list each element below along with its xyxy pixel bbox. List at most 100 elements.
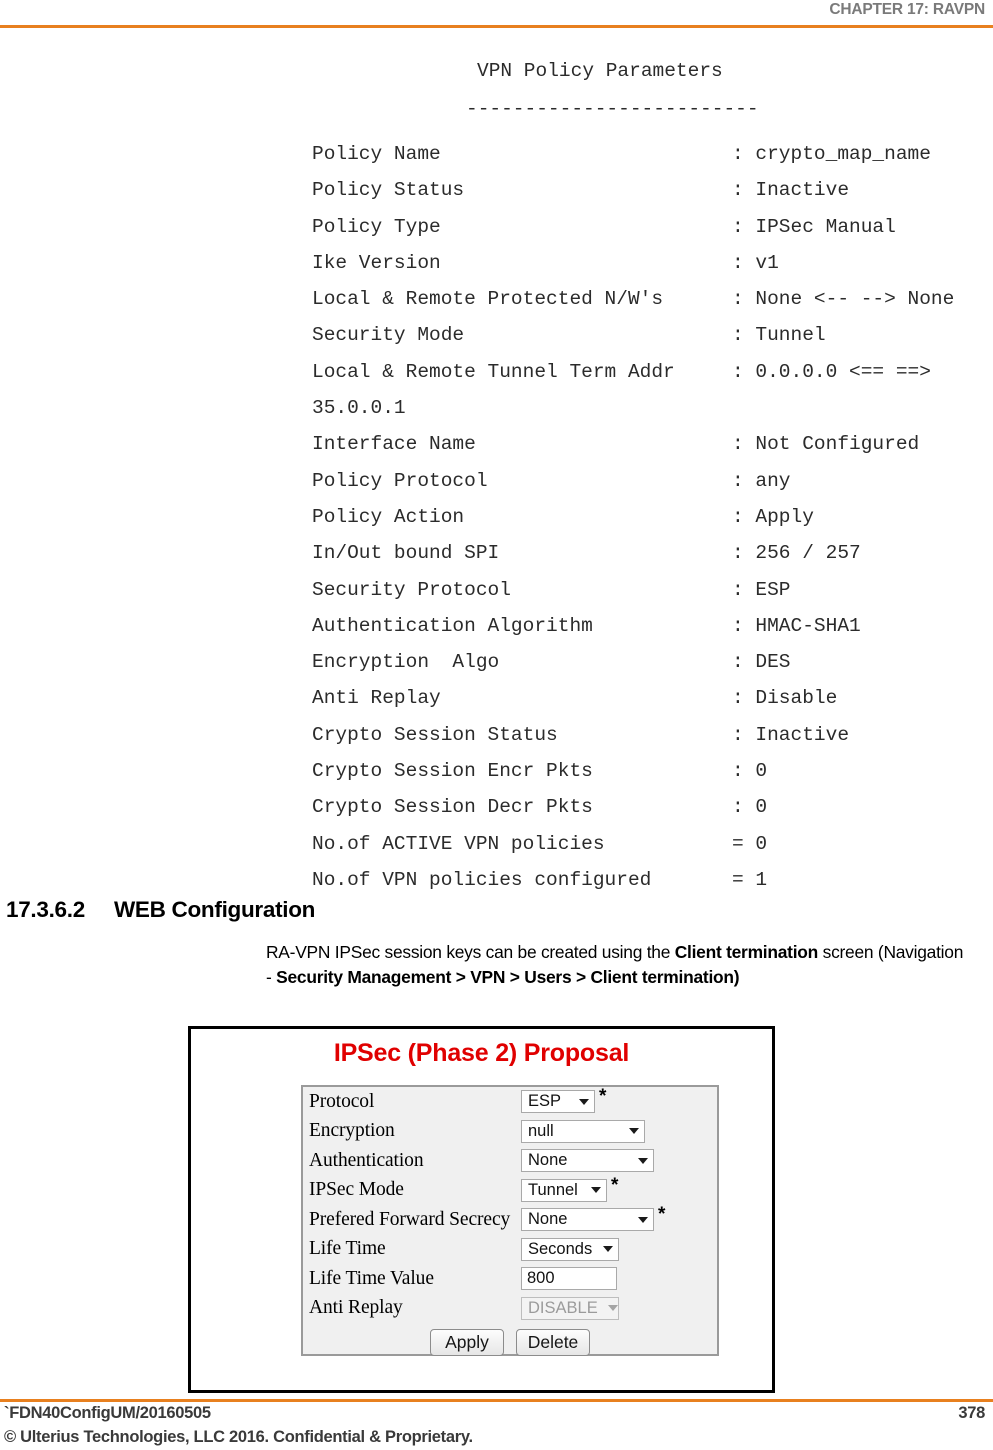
section-title: WEB Configuration — [114, 897, 316, 922]
footer-page-number: 378 — [958, 1404, 985, 1422]
cli-row-value: = 0 — [732, 832, 768, 855]
cli-divider: ------------------------- — [466, 98, 759, 120]
dropdown-value: DISABLE — [528, 1298, 598, 1317]
cli-row-value: : crypto_map_name — [732, 143, 931, 165]
form-label: Anti Replay — [309, 1297, 403, 1319]
ipsec-proposal-form: Protocol ESP * Encryption null Authentication… — [301, 1085, 719, 1356]
form-label: Authentication — [309, 1149, 424, 1171]
form-label: Protocol — [309, 1090, 375, 1112]
dropdown-value: Tunnel — [528, 1180, 578, 1199]
form-row: Life Time Value 800 — [303, 1264, 717, 1294]
delete-button[interactable]: Delete — [516, 1329, 590, 1356]
cli-row: Local & Remote Tunnel Term Addr: 0.0.0.0… — [312, 354, 993, 427]
cli-row-value: : None <-- --> None — [732, 288, 955, 311]
dropdown-ipsec-mode[interactable]: Tunnel — [521, 1178, 607, 1202]
form-control-wrap: Tunnel * — [521, 1174, 619, 1202]
dropdown-life-time[interactable]: Seconds — [521, 1237, 619, 1261]
cli-row-value: : HMAC-SHA1 — [732, 614, 861, 637]
cli-row: No.of ACTIVE VPN policies = 0 — [312, 826, 993, 862]
dropdown-encryption[interactable]: null — [521, 1119, 645, 1143]
cli-row: Anti Replay: Disable — [312, 680, 993, 716]
cli-row-key: Policy Protocol — [312, 469, 488, 492]
cli-row-value: : DES — [732, 651, 791, 674]
form-control-wrap: 800 — [521, 1267, 617, 1291]
footer-rule — [0, 1399, 993, 1402]
cli-row: No.of VPN policies configured = 1 — [312, 862, 993, 898]
cli-row-value: : Inactive — [732, 723, 850, 746]
cli-row-value: : any — [732, 469, 791, 492]
cli-row-value: : v1 — [732, 251, 779, 274]
form-row: Encryption null — [303, 1117, 717, 1147]
cli-row: Policy Action : Apply — [312, 499, 993, 535]
cli-row-key: Authentication Algorithm — [312, 614, 593, 637]
cli-row-value: : Not Configured — [732, 433, 920, 456]
paragraph-bold-1: Client termination — [674, 942, 819, 962]
cli-row-key: Policy Action — [312, 505, 465, 528]
cli-row-key: In/Out bound SPI — [312, 542, 500, 565]
cli-row-value: : Tunnel — [732, 324, 826, 347]
section-number: 17.3.6.2 — [6, 897, 85, 922]
cli-row-key: Crypto Session Status — [312, 723, 558, 746]
cli-row-key: Crypto Session Encr Pkts — [312, 760, 593, 783]
dropdown-value: ESP — [528, 1092, 562, 1111]
cli-row-value: : 256 / 257 — [732, 542, 861, 565]
dropdown-value: None — [528, 1151, 568, 1170]
cli-row: In/Out bound SPI : 256 / 257 — [312, 535, 993, 571]
footer-doc-id: `FDN40ConfigUM/20160505 — [4, 1404, 211, 1422]
form-control-wrap: None — [521, 1149, 654, 1173]
cli-row-value: : ESP — [732, 578, 791, 601]
cli-row: Authentication Algorithm : HMAC-SHA1 — [312, 608, 993, 644]
form-rows: Protocol ESP * Encryption null Authentication… — [303, 1087, 717, 1323]
cli-row-value: : Apply — [732, 505, 814, 528]
chevron-down-icon — [629, 1128, 639, 1135]
cli-row-value: : IPSec Manual — [732, 215, 896, 238]
cli-row-value: : 0 — [732, 760, 768, 783]
section-heading: 17.3.6.2 WEB Configuration — [6, 897, 315, 923]
cli-row-key: Local & Remote Tunnel Term Addr — [312, 360, 675, 383]
form-row: Anti Replay DISABLE — [303, 1294, 717, 1324]
dropdown-value: None — [528, 1210, 568, 1229]
cli-row: Local & Remote Protected N/W's: None <--… — [312, 281, 993, 317]
cli-row: Policy Name: crypto_map_name — [312, 136, 993, 172]
cli-row: Crypto Session Status : Inactive — [312, 717, 993, 753]
form-control-wrap: null — [521, 1119, 645, 1143]
chapter-label: CHAPTER 17: RAVPN — [829, 1, 985, 18]
form-row: IPSec Mode Tunnel * — [303, 1176, 717, 1206]
cli-row: Crypto Session Encr Pkts : 0 — [312, 753, 993, 789]
form-control-wrap: Seconds — [521, 1237, 619, 1261]
form-button-row: Apply Delete — [303, 1329, 717, 1356]
cli-row-key: Encryption Algo — [312, 651, 500, 674]
paragraph-bold-2: Security Management > VPN > Users > Clie… — [276, 966, 740, 987]
input-life-time-value[interactable]: 800 — [521, 1267, 617, 1291]
cli-row-key: Interface Name — [312, 433, 476, 456]
dropdown-value: null — [528, 1121, 554, 1140]
dropdown-protocol[interactable]: ESP — [521, 1090, 595, 1114]
dropdown-prefered-forward-secrecy[interactable]: None — [521, 1208, 654, 1232]
form-row: Protocol ESP * — [303, 1087, 717, 1117]
page-footer: `FDN40ConfigUM/20160505 378 © Ulterius T… — [0, 1404, 993, 1447]
cli-title: VPN Policy Parameters — [477, 60, 723, 82]
cli-row: Policy Status: Inactive — [312, 172, 993, 208]
form-label: Life Time — [309, 1238, 386, 1260]
form-row: Authentication None — [303, 1146, 717, 1176]
form-label: Encryption — [309, 1120, 395, 1142]
required-asterisk: * — [611, 1174, 619, 1196]
apply-button[interactable]: Apply — [430, 1329, 504, 1356]
form-control-wrap: ESP * — [521, 1087, 606, 1114]
cli-row-value: : 0 — [732, 796, 768, 819]
page-header: CHAPTER 17: RAVPN — [0, 0, 993, 26]
cli-row-key: No.of VPN policies configured — [312, 868, 652, 891]
cli-row: Policy Protocol : any — [312, 463, 993, 499]
dropdown-authentication[interactable]: None — [521, 1149, 654, 1173]
required-asterisk: * — [658, 1204, 666, 1226]
cli-row-key: Policy Type — [312, 215, 441, 238]
form-label: Life Time Value — [309, 1267, 434, 1289]
footer-copyright: © Ulterius Technologies, LLC 2016. Confi… — [4, 1428, 473, 1446]
cli-row: Crypto Session Decr Pkts: 0 — [312, 789, 993, 825]
cli-row-key: Policy Status — [312, 179, 465, 202]
cli-rows: Policy Name: crypto_map_name Policy Statu… — [0, 136, 993, 898]
form-row: Prefered Forward Secrecy None * — [303, 1205, 717, 1235]
header-rule — [0, 25, 993, 28]
cli-row: Interface Name : Not Configured — [312, 426, 993, 462]
dropdown-value: Seconds — [528, 1239, 593, 1258]
